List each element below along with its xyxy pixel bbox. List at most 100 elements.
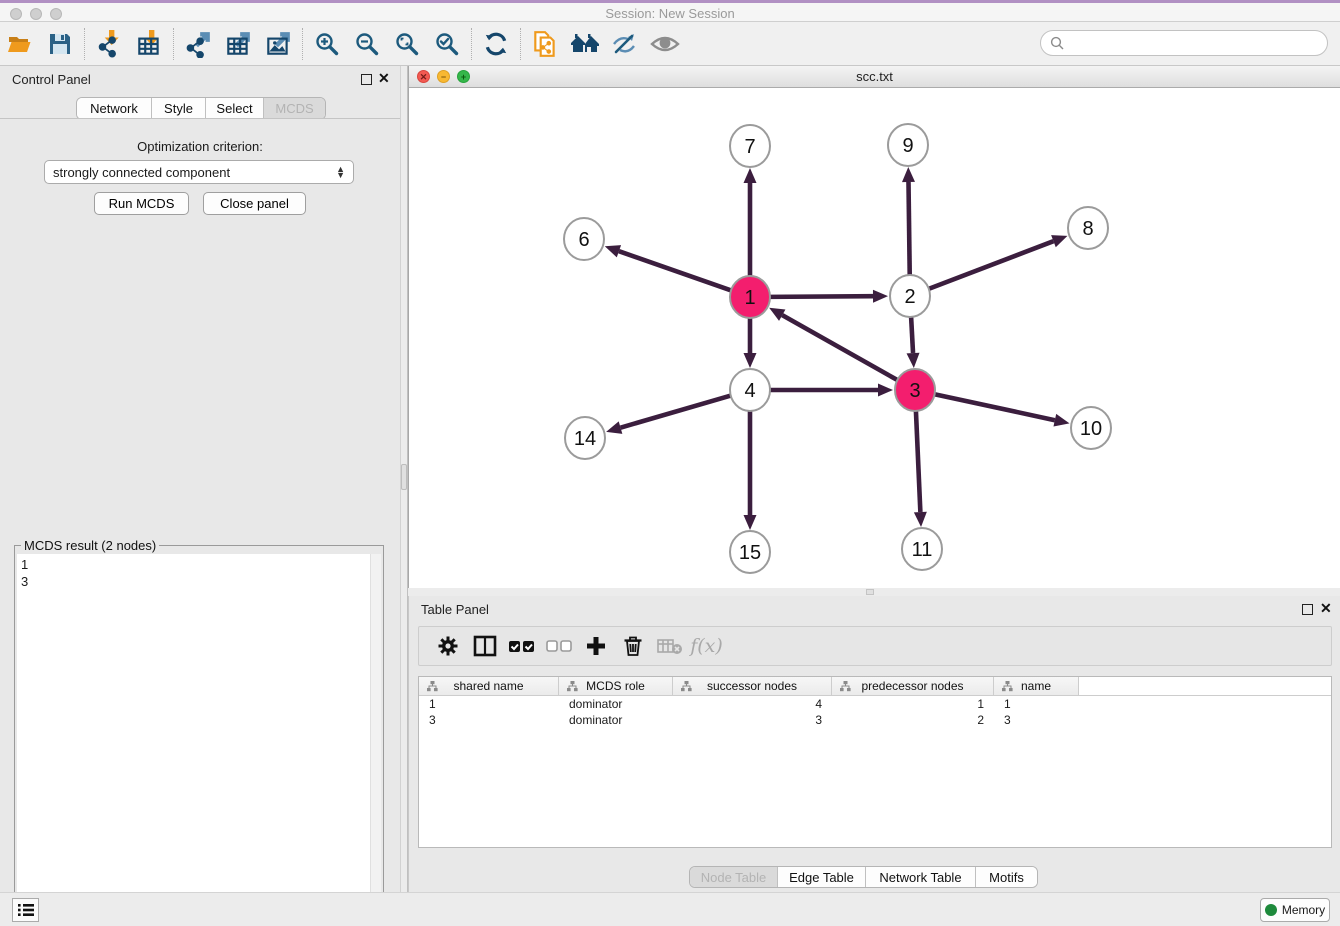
table-cell[interactable]: 3	[994, 712, 1079, 728]
graph-node-11[interactable]: 11	[902, 528, 942, 570]
export-table-icon[interactable]	[218, 26, 258, 62]
delete-columns-icon[interactable]	[614, 630, 651, 662]
column-header-name[interactable]: name	[994, 677, 1079, 695]
tab-motifs[interactable]: Motifs	[975, 867, 1037, 887]
column-label: name	[1021, 679, 1051, 693]
edge-3-1[interactable]	[782, 315, 897, 380]
close-panel-icon[interactable]: ✕	[1320, 601, 1332, 615]
column-panel-icon[interactable]	[466, 630, 503, 662]
network-window-titlebar[interactable]: ✕ − + scc.txt	[409, 66, 1340, 88]
tab-node-table[interactable]: Node Table	[690, 867, 777, 887]
splitter-grabber[interactable]	[866, 589, 874, 595]
edge-2-9[interactable]	[908, 182, 909, 276]
tab-style[interactable]: Style	[151, 98, 205, 119]
close-panel-button[interactable]: Close panel	[203, 192, 306, 215]
edge-3-10[interactable]	[935, 394, 1055, 420]
search-input[interactable]	[1064, 36, 1327, 51]
graph-node-10[interactable]: 10	[1071, 407, 1111, 449]
tab-edge-table[interactable]: Edge Table	[777, 867, 865, 887]
gear-icon[interactable]	[429, 630, 466, 662]
graph-node-9[interactable]: 9	[888, 124, 928, 166]
graph-node-2[interactable]: 2	[890, 275, 930, 317]
graph-node-6[interactable]: 6	[564, 218, 604, 260]
column-header-MCDS-role[interactable]: MCDS role	[559, 677, 673, 695]
edge-1-2[interactable]	[770, 296, 873, 297]
table-cell[interactable]: 1	[994, 696, 1079, 712]
function-builder-icon: f(x)	[688, 630, 725, 662]
birds-eye-icon[interactable]	[645, 26, 685, 62]
duplicate-network-icon[interactable]	[525, 26, 565, 62]
memory-button[interactable]: Memory	[1260, 898, 1330, 922]
export-image-icon[interactable]	[258, 26, 298, 62]
table-row[interactable]: 3dominator323	[419, 712, 1331, 728]
table-cell[interactable]: 4	[673, 696, 832, 712]
svg-text:9: 9	[902, 135, 913, 157]
edge-2-8[interactable]	[929, 241, 1054, 289]
edge-arrow-icon	[744, 168, 757, 183]
float-panel-icon[interactable]	[361, 74, 372, 85]
svg-text:15: 15	[739, 542, 761, 564]
optimization-criterion-label: Optimization criterion:	[0, 139, 400, 154]
table-cell[interactable]: dominator	[559, 696, 673, 712]
close-panel-icon[interactable]: ✕	[378, 71, 390, 85]
table-cell[interactable]: 2	[832, 712, 994, 728]
graphics-details-icon[interactable]	[605, 26, 645, 62]
tab-network[interactable]: Network	[77, 98, 151, 119]
splitter-grabber[interactable]	[401, 464, 407, 490]
column-header-predecessor-nodes[interactable]: predecessor nodes	[832, 677, 994, 695]
import-network-icon[interactable]	[89, 26, 129, 62]
zoom-selected-icon[interactable]	[427, 26, 467, 62]
column-header-shared-name[interactable]: shared name	[419, 677, 559, 695]
edge-4-14[interactable]	[621, 396, 731, 428]
table-cell[interactable]: 3	[673, 712, 832, 728]
criterion-select[interactable]: strongly connected component ▲▼	[44, 160, 354, 184]
import-table-icon[interactable]	[129, 26, 169, 62]
graph-node-15[interactable]: 15	[730, 531, 770, 573]
column-label: predecessor nodes	[861, 679, 963, 693]
graph-node-14[interactable]: 14	[565, 417, 605, 459]
column-header-successor-nodes[interactable]: successor nodes	[673, 677, 832, 695]
export-network-icon[interactable]	[178, 26, 218, 62]
edge-arrow-icon	[914, 512, 927, 527]
tab-network-table[interactable]: Network Table	[865, 867, 975, 887]
search-box[interactable]	[1040, 30, 1328, 56]
mcds-tab-content: Optimization criterion: strongly connect…	[0, 118, 400, 892]
run-mcds-button[interactable]: Run MCDS	[94, 192, 189, 215]
zoom-fit-icon[interactable]	[387, 26, 427, 62]
mcds-result-list[interactable]: 1 3	[17, 554, 381, 922]
graph-node-8[interactable]: 8	[1068, 207, 1108, 249]
horizontal-splitter[interactable]	[408, 588, 1340, 596]
select-all-columns-icon[interactable]	[503, 630, 540, 662]
unselect-all-columns-icon[interactable]	[540, 630, 577, 662]
table-cell[interactable]: 3	[419, 712, 559, 728]
open-folder-icon[interactable]	[0, 26, 40, 62]
graph-node-1[interactable]: 1	[730, 276, 770, 318]
graph-node-4[interactable]: 4	[730, 369, 770, 411]
table-cell[interactable]: dominator	[559, 712, 673, 728]
result-scrollbar[interactable]	[370, 554, 381, 922]
refresh-layout-icon[interactable]	[476, 26, 516, 62]
graph-node-7[interactable]: 7	[730, 125, 770, 167]
table-cell[interactable]: 1	[832, 696, 994, 712]
network-view-title: scc.txt	[409, 69, 1340, 84]
home-icon[interactable]	[565, 26, 605, 62]
zoom-in-icon[interactable]	[307, 26, 347, 62]
task-history-button[interactable]	[12, 898, 39, 922]
tab-select[interactable]: Select	[205, 98, 263, 119]
zoom-out-icon[interactable]	[347, 26, 387, 62]
float-panel-icon[interactable]	[1302, 604, 1313, 615]
toolbar-separator	[302, 28, 303, 60]
edge-3-11[interactable]	[916, 410, 920, 512]
svg-text:4: 4	[744, 380, 755, 402]
edge-1-6[interactable]	[619, 251, 731, 290]
add-column-icon[interactable]	[577, 630, 614, 662]
toolbar-separator	[84, 28, 85, 60]
vertical-splitter[interactable]	[400, 66, 408, 892]
network-canvas[interactable]: 1 2 3 4 6 7 8 9 10 11 14 15	[409, 88, 1340, 588]
table-row[interactable]: 1dominator411	[419, 696, 1331, 712]
table-cell[interactable]: 1	[419, 696, 559, 712]
tab-mcds[interactable]: MCDS	[263, 98, 325, 119]
edge-2-3[interactable]	[911, 316, 913, 353]
graph-node-3[interactable]: 3	[895, 369, 935, 411]
save-icon[interactable]	[40, 26, 80, 62]
